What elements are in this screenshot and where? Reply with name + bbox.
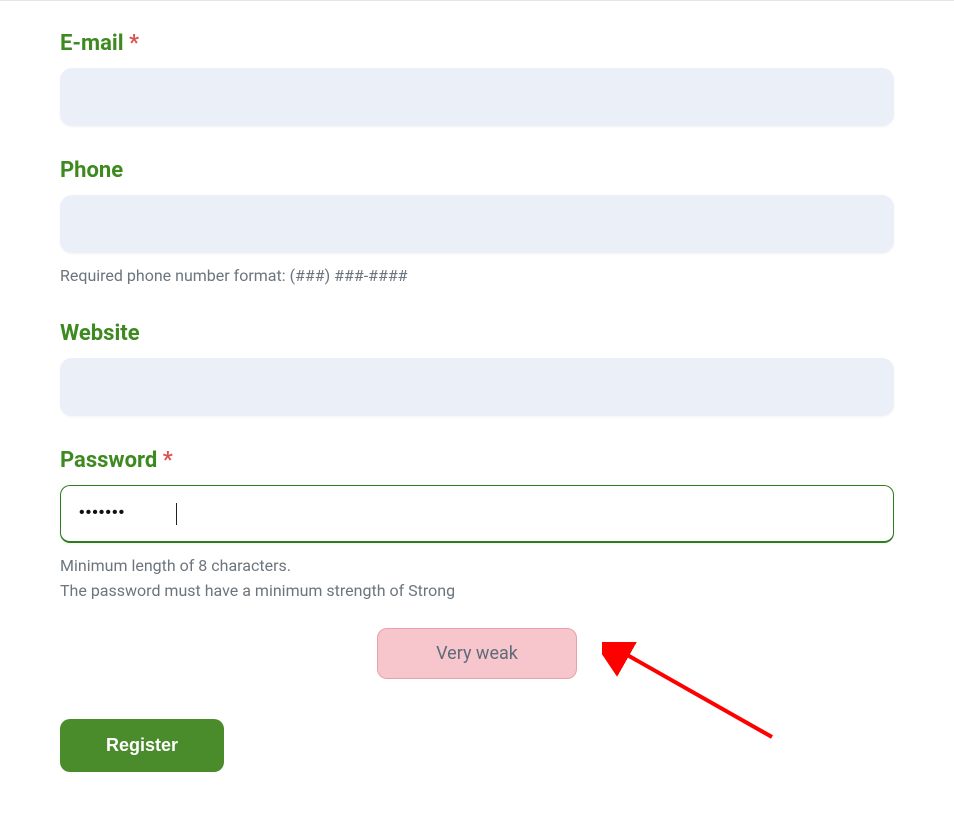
password-masked-value: ••••••• [79,504,125,522]
password-input-wrap: ••••••• [60,485,894,543]
website-label: Website [60,321,894,346]
password-strength-wrap: Very weak [60,628,894,679]
website-field[interactable] [60,358,894,416]
email-label-text: E-mail [60,31,124,56]
register-button[interactable]: Register [60,719,224,772]
email-field[interactable] [60,68,894,126]
password-required-mark: * [163,448,173,473]
password-label-text: Password [60,448,157,473]
phone-field[interactable] [60,195,894,253]
password-strength-badge: Very weak [377,628,577,679]
password-label: Password * [60,448,894,473]
annotation-arrow-icon [602,642,802,762]
phone-group: Phone Required phone number format: (###… [60,158,894,289]
registration-form: E-mail * Phone Required phone number for… [60,31,894,772]
password-help-line2: The password must have a minimum strengt… [60,578,894,604]
phone-label: Phone [60,158,894,183]
password-group: Password * ••••••• Minimum length of 8 c… [60,448,894,679]
website-group: Website [60,321,894,416]
password-help-line1: Minimum length of 8 characters. [60,553,894,579]
email-group: E-mail * [60,31,894,126]
text-cursor [176,503,177,525]
email-required-mark: * [129,31,139,56]
password-field[interactable]: ••••••• [60,485,894,543]
password-help-text: Minimum length of 8 characters. The pass… [60,553,894,604]
phone-help-text: Required phone number format: (###) ###-… [60,263,894,289]
email-label: E-mail * [60,31,894,56]
